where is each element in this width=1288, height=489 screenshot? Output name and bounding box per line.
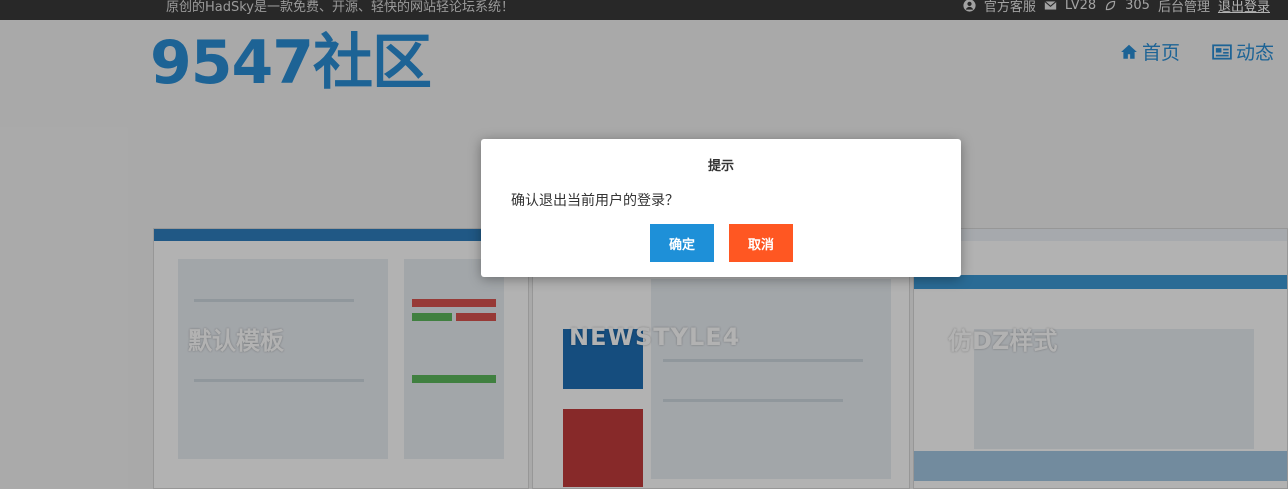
logout-confirm-dialog: 提示 确认退出当前用户的登录？ 确定 取消: [481, 139, 961, 277]
confirm-button[interactable]: 确定: [650, 224, 714, 262]
dialog-message: 确认退出当前用户的登录？: [511, 193, 679, 209]
cancel-button[interactable]: 取消: [729, 224, 793, 262]
dialog-title: 提示: [707, 159, 734, 174]
